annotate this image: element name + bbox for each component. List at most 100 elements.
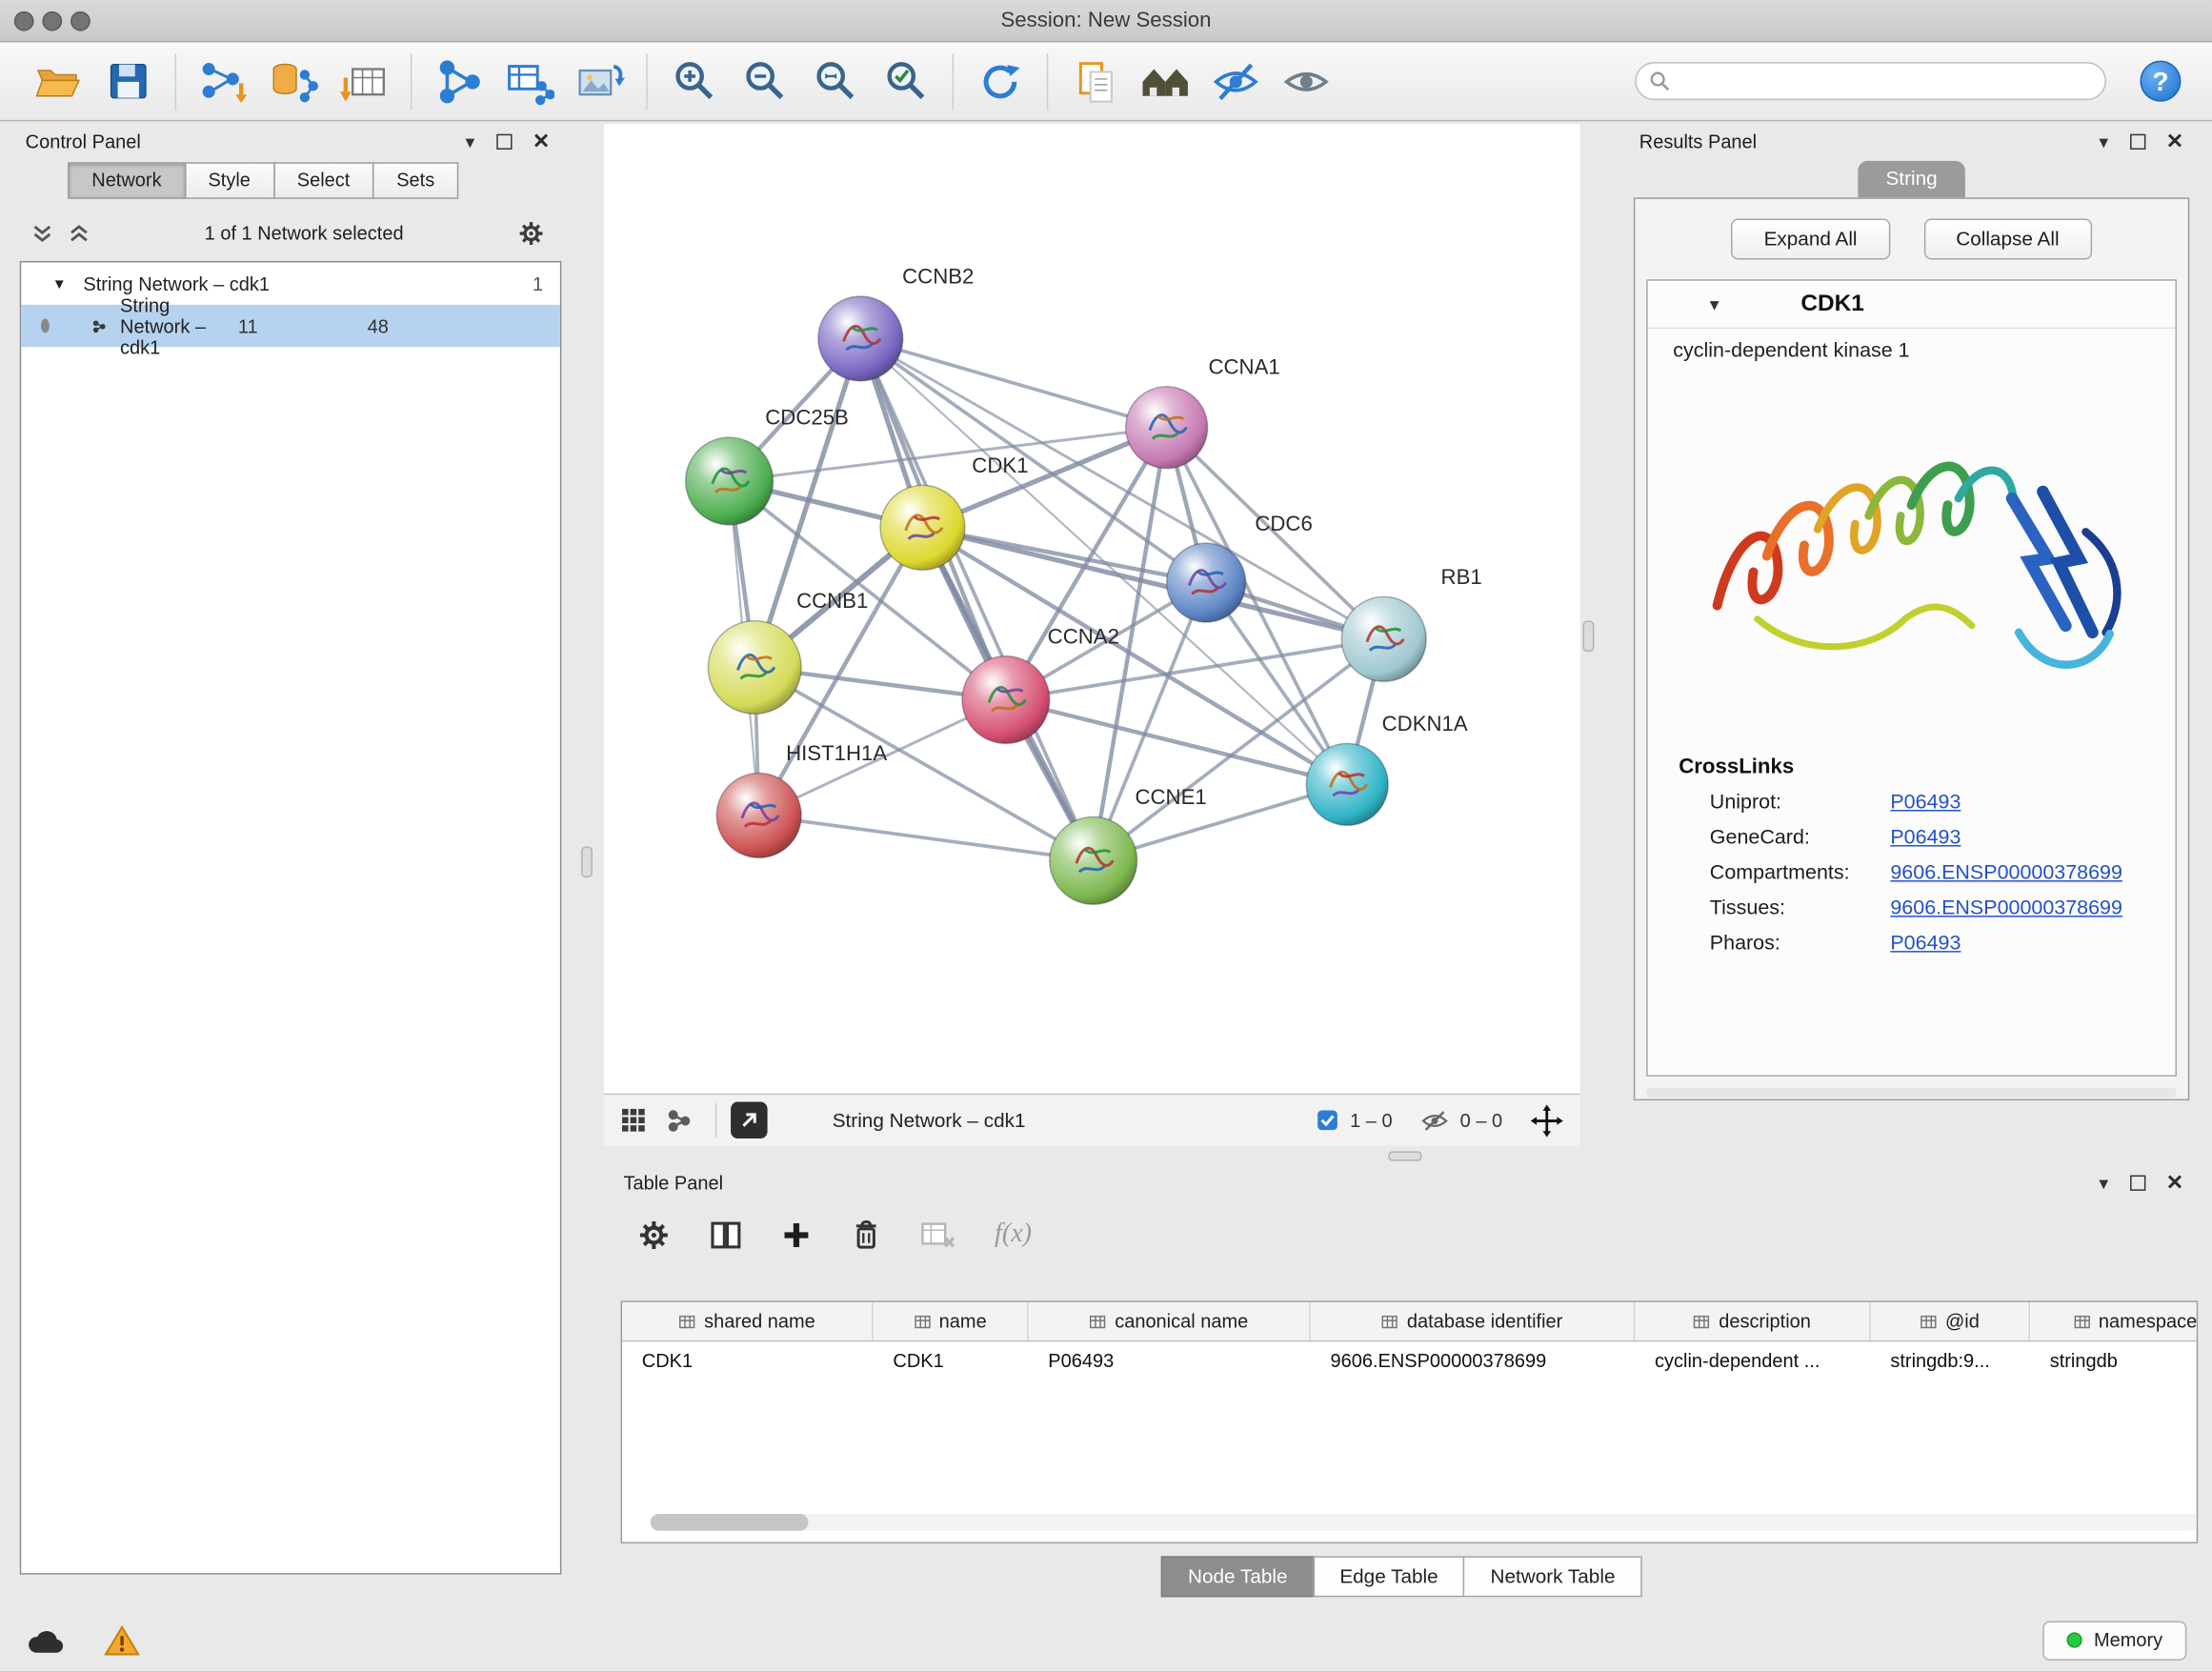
delete-column-icon[interactable] [851, 1218, 882, 1252]
cell-canonical-name[interactable]: P06493 [1029, 1341, 1311, 1380]
column-header[interactable]: namespace [2030, 1302, 2198, 1340]
close-panel-icon[interactable]: ✕ [2166, 1170, 2184, 1196]
collapse-all-icon[interactable] [68, 222, 90, 243]
cloud-status-button[interactable] [26, 1624, 65, 1656]
crosslink-link[interactable]: 9606.ENSP00000378699 [1890, 861, 2122, 884]
tab-select[interactable]: Select [273, 162, 374, 199]
close-panel-icon[interactable]: ✕ [2166, 129, 2184, 154]
network-row-selected[interactable]: String Network – cdk1 11 48 [21, 305, 560, 347]
tab-network[interactable]: Network [68, 162, 186, 199]
memory-button[interactable]: Memory [2043, 1621, 2187, 1660]
close-window-button[interactable] [14, 11, 34, 31]
export-image-button[interactable] [564, 49, 634, 113]
import-network-file-button[interactable] [188, 49, 258, 113]
toggle-hidden-button[interactable] [1200, 49, 1271, 113]
add-column-icon[interactable] [781, 1219, 811, 1249]
crosslink-link[interactable]: P06493 [1890, 932, 1961, 955]
cell-namespace[interactable]: stringdb [2030, 1341, 2198, 1380]
import-network-database-button[interactable] [258, 49, 329, 113]
minimize-window-button[interactable] [42, 11, 62, 31]
network-node-CCNB2[interactable] [818, 296, 903, 381]
selected-checkbox-icon[interactable] [1317, 1109, 1339, 1132]
network-node-CDC6[interactable] [1167, 543, 1246, 622]
gene-section-header[interactable]: ▾ CDK1 [1648, 281, 2176, 329]
crosslink-link[interactable]: P06493 [1890, 826, 1961, 849]
tree-expander-icon[interactable]: ▾ [55, 273, 64, 293]
function-builder-button[interactable]: f(x) [995, 1219, 1032, 1250]
table-horizontal-scrollbar[interactable] [651, 1514, 2199, 1531]
collapse-all-button[interactable]: Collapse All [1923, 219, 2091, 260]
help-button[interactable]: ? [2140, 61, 2181, 102]
results-scrollbar[interactable] [1646, 1088, 2177, 1098]
string-results-tab[interactable]: String [1858, 161, 1965, 198]
crosslink-link[interactable]: P06493 [1890, 791, 1961, 814]
column-header[interactable]: description [1635, 1302, 1870, 1340]
cell-database-identifier[interactable]: 9606.ENSP00000378699 [1311, 1341, 1636, 1380]
column-header[interactable]: name [874, 1302, 1029, 1340]
tab-node-table[interactable]: Node Table [1161, 1556, 1315, 1597]
preview-button[interactable] [1271, 49, 1341, 113]
import-table-button[interactable] [329, 49, 399, 113]
warnings-button[interactable] [105, 1623, 140, 1658]
cell-description[interactable]: cyclin-dependent ... [1635, 1341, 1870, 1380]
column-header[interactable]: canonical name [1029, 1302, 1311, 1340]
cell-id[interactable]: stringdb:9... [1871, 1341, 2030, 1380]
tab-edge-table[interactable]: Edge Table [1313, 1556, 1465, 1597]
scrollbar-thumb[interactable] [651, 1514, 809, 1531]
tab-network-table[interactable]: Network Table [1463, 1556, 1641, 1597]
network-edge[interactable] [860, 338, 1166, 427]
network-node-CDC25B[interactable] [686, 437, 774, 525]
tab-style[interactable]: Style [184, 162, 274, 199]
hidden-eye-slash-icon[interactable] [1420, 1110, 1449, 1131]
new-network-from-table-button[interactable] [493, 49, 564, 113]
network-node-CDK1[interactable] [880, 485, 965, 570]
expand-all-button[interactable]: Expand All [1732, 219, 1890, 260]
search-input[interactable] [1670, 66, 2104, 97]
open-session-button[interactable] [23, 49, 93, 113]
open-external-button[interactable] [731, 1102, 768, 1139]
network-collection-row[interactable]: ▾ String Network – cdk1 1 [21, 262, 560, 304]
section-collapse-icon[interactable]: ▾ [1710, 295, 1719, 313]
expand-all-icon[interactable] [31, 222, 54, 243]
network-node-CCNE1[interactable] [1050, 816, 1137, 904]
network-edge[interactable] [860, 338, 1093, 860]
network-edge[interactable] [754, 338, 860, 667]
zoom-selected-button[interactable] [871, 49, 941, 113]
network-node-RB1[interactable] [1341, 596, 1426, 681]
table-settings-gear-icon[interactable] [637, 1219, 670, 1251]
network-canvas[interactable]: CCNB2CCNA1CDC25BCDK1CDC6RB1CCNB1CCNA2CDK… [604, 124, 1580, 1093]
new-network-button[interactable] [423, 49, 493, 113]
table-row[interactable]: CDK1 CDK1 P06493 9606.ENSP00000378699 cy… [622, 1341, 2197, 1380]
annotation-document-button[interactable] [1059, 49, 1130, 113]
network-edge[interactable] [759, 816, 1094, 860]
tab-sets[interactable]: Sets [372, 162, 458, 199]
zoom-window-button[interactable] [70, 11, 90, 31]
zoom-fit-button[interactable] [800, 49, 871, 113]
apply-layout-button[interactable] [965, 49, 1036, 113]
bottom-splitter-handle[interactable] [1388, 1151, 1422, 1160]
left-splitter-handle[interactable] [581, 847, 593, 878]
right-splitter-handle[interactable] [1583, 621, 1595, 653]
birdseye-button[interactable] [621, 1107, 647, 1133]
gear-icon[interactable] [517, 219, 544, 246]
crosslink-link[interactable]: 9606.ENSP00000378699 [1890, 896, 2122, 919]
zoom-out-button[interactable] [730, 49, 800, 113]
float-panel-icon[interactable] [497, 133, 513, 149]
panel-menu-icon[interactable]: ▾ [2099, 131, 2108, 150]
network-node-CCNB1[interactable] [708, 621, 801, 715]
float-panel-icon[interactable] [2131, 1175, 2146, 1190]
zoom-in-button[interactable] [659, 49, 730, 113]
string-home-button[interactable] [1130, 49, 1200, 113]
panel-menu-icon[interactable]: ▾ [2099, 1173, 2108, 1191]
column-header[interactable]: @id [1871, 1302, 2030, 1340]
show-columns-icon[interactable] [710, 1219, 742, 1251]
network-view[interactable]: CCNB2CCNA1CDC25BCDK1CDC6RB1CCNB1CCNA2CDK… [604, 124, 1580, 1145]
network-type-button[interactable] [666, 1107, 693, 1134]
network-node-CCNA1[interactable] [1126, 387, 1208, 469]
network-node-CCNA2[interactable] [962, 656, 1050, 744]
pan-crosshair-icon[interactable] [1531, 1104, 1563, 1137]
panel-menu-icon[interactable]: ▾ [466, 131, 475, 150]
float-panel-icon[interactable] [2131, 133, 2146, 149]
cell-shared-name[interactable]: CDK1 [622, 1341, 874, 1380]
save-session-button[interactable] [93, 49, 164, 113]
